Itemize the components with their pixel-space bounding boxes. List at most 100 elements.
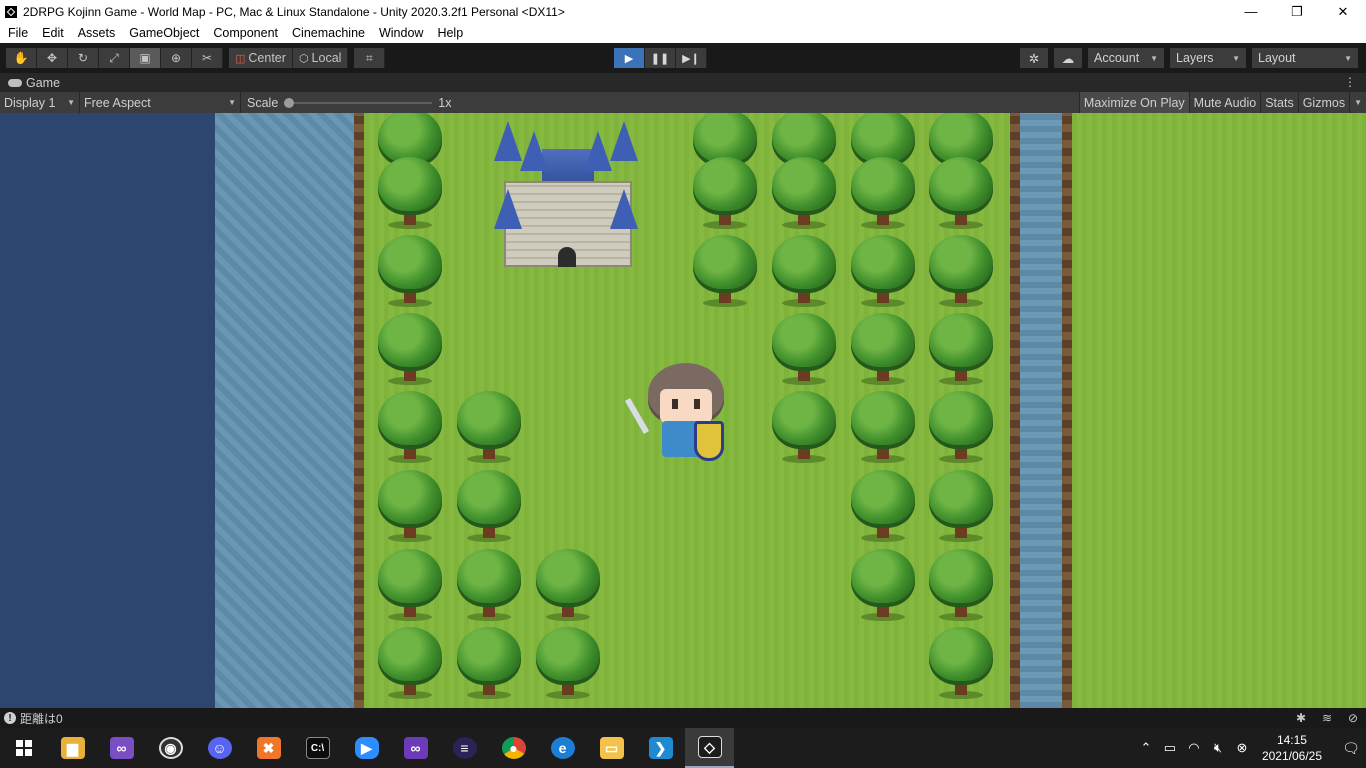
stats-toggle[interactable]: Stats bbox=[1260, 92, 1298, 113]
visual-studio-icon[interactable]: ∞ bbox=[97, 728, 146, 768]
scale-slider[interactable] bbox=[284, 97, 433, 108]
folder-icon[interactable]: ▭ bbox=[587, 728, 636, 768]
castle-tower bbox=[610, 121, 638, 161]
visual-studio-icon[interactable]: ∞ bbox=[391, 728, 440, 768]
clock[interactable]: 14:15 2021/06/25 bbox=[1262, 732, 1322, 764]
minimize-button[interactable]: — bbox=[1228, 0, 1274, 23]
collab-icon[interactable]: ✲ bbox=[1020, 48, 1048, 68]
scale-label: Scale bbox=[247, 95, 279, 110]
castle-tower bbox=[610, 189, 638, 229]
tab-menu-icon[interactable]: ⋮ bbox=[1344, 75, 1356, 89]
tree-sprite bbox=[925, 627, 997, 701]
grid-tools: ⌗ bbox=[354, 48, 386, 68]
cache-icon[interactable]: ≋ bbox=[1320, 711, 1334, 725]
clock-time: 14:15 bbox=[1276, 733, 1307, 747]
tree-sprite bbox=[925, 549, 997, 623]
display-dropdown[interactable]: Display 1 ▼ bbox=[0, 92, 80, 113]
tree-sprite bbox=[689, 235, 761, 309]
scale-value: 1x bbox=[438, 95, 452, 110]
tree-sprite bbox=[925, 313, 997, 387]
system-tray: ⌃ ▭ ◠ 🔇︎ ⊗ 14:15 2021/06/25 🗨︎ bbox=[1134, 728, 1366, 768]
transform-tool-icon[interactable]: ⊕ bbox=[161, 48, 192, 68]
bug-icon[interactable]: ✱ bbox=[1294, 711, 1308, 725]
chrome-icon[interactable]: ● bbox=[489, 728, 538, 768]
pivot-center-button[interactable]: ◫ Center bbox=[229, 48, 293, 68]
close-button[interactable]: ✕ bbox=[1320, 0, 1366, 23]
grid-snap-icon[interactable]: ⌗ bbox=[354, 48, 386, 68]
account-label: Account bbox=[1094, 51, 1140, 65]
hand-tool-icon[interactable]: ✋ bbox=[6, 48, 37, 68]
pivot-tools: ◫ Center ⬡ Local bbox=[229, 48, 349, 68]
tab-game[interactable]: Game bbox=[0, 76, 60, 90]
chevron-down-icon: ▼ bbox=[1344, 53, 1352, 63]
close-circle-icon[interactable]: ⊗ bbox=[1230, 740, 1254, 756]
volume-mute-icon[interactable]: 🔇︎ bbox=[1206, 740, 1230, 756]
layout-dropdown[interactable]: Layout ▼ bbox=[1252, 48, 1358, 68]
menu-help[interactable]: Help bbox=[429, 26, 469, 40]
scale-tool-icon[interactable]: ⤢ bbox=[99, 48, 130, 68]
zoom-icon[interactable]: ▶ bbox=[342, 728, 391, 768]
windows-taskbar: ▆ ∞ ◉ ☺ ✖ C:\ ▶ ∞ ≡ ● e ▭ ❯ ◇ ⌃ ▭ ◠ 🔇︎ ⊗… bbox=[0, 728, 1366, 768]
maximize-on-play-toggle[interactable]: Maximize On Play bbox=[1078, 92, 1189, 113]
menu-window[interactable]: Window bbox=[371, 26, 429, 40]
rotate-tool-icon[interactable]: ↻ bbox=[68, 48, 99, 68]
custom-tool-icon[interactable]: ✂ bbox=[192, 48, 223, 68]
maximize-button[interactable]: ❐ bbox=[1274, 0, 1320, 23]
unity-taskbar-icon[interactable]: ◇ bbox=[685, 728, 734, 768]
move-tool-icon[interactable]: ✥ bbox=[37, 48, 68, 68]
discord-icon[interactable]: ☺ bbox=[195, 728, 244, 768]
transform-tools: ✋ ✥ ↻ ⤢ ▣ ⊕ ✂ bbox=[6, 48, 223, 68]
gizmos-dropdown-icon[interactable]: ▼ bbox=[1349, 92, 1366, 113]
scale-slider-knob[interactable] bbox=[284, 97, 295, 108]
console-status-bar[interactable]: ! 距離は0 ✱ ≋ ⊘ bbox=[0, 708, 1366, 728]
tree-sprite bbox=[768, 313, 840, 387]
notification-icon[interactable]: 🗨︎ bbox=[1336, 740, 1366, 757]
battery-icon[interactable]: ▭ bbox=[1158, 740, 1182, 756]
tree-sprite bbox=[374, 157, 446, 231]
menu-gameobject[interactable]: GameObject bbox=[121, 26, 205, 40]
game-viewport[interactable] bbox=[0, 113, 1366, 708]
play-button[interactable]: ▶ bbox=[614, 48, 645, 68]
check-icon[interactable]: ⊘ bbox=[1346, 711, 1360, 725]
title-bar: 2DRPG Kojinn Game - World Map - PC, Mac … bbox=[0, 0, 1366, 23]
start-button[interactable] bbox=[0, 728, 48, 768]
step-button[interactable]: ▶❙ bbox=[676, 48, 707, 68]
account-dropdown[interactable]: Account ▼ bbox=[1088, 48, 1164, 68]
tree-sprite bbox=[374, 235, 446, 309]
menu-cinemachine[interactable]: Cinemachine bbox=[284, 26, 371, 40]
hero-face bbox=[660, 389, 712, 423]
menu-file[interactable]: File bbox=[0, 26, 34, 40]
gizmos-toggle[interactable]: Gizmos bbox=[1297, 92, 1349, 113]
obs-icon[interactable]: ◉ bbox=[146, 728, 195, 768]
tree-sprite bbox=[768, 235, 840, 309]
unity-logo-icon bbox=[5, 5, 17, 18]
hero-eye bbox=[694, 399, 700, 409]
tree-sprite bbox=[847, 313, 919, 387]
cloud-icon[interactable]: ☁ bbox=[1054, 48, 1082, 68]
tree-sprite bbox=[453, 549, 525, 623]
cube-icon: ⬡ bbox=[298, 52, 309, 65]
rect-tool-icon[interactable]: ▣ bbox=[130, 48, 161, 68]
menu-assets[interactable]: Assets bbox=[70, 26, 122, 40]
tree-sprite bbox=[925, 391, 997, 465]
pivot-local-button[interactable]: ⬡ Local bbox=[292, 48, 349, 68]
layers-dropdown[interactable]: Layers ▼ bbox=[1170, 48, 1246, 68]
castle-gate bbox=[558, 247, 576, 267]
file-explorer-icon[interactable]: ▆ bbox=[48, 728, 97, 768]
wifi-icon[interactable]: ◠ bbox=[1182, 740, 1206, 756]
internet-explorer-icon[interactable]: e bbox=[538, 728, 587, 768]
menu-edit[interactable]: Edit bbox=[34, 26, 70, 40]
tree-sprite bbox=[689, 157, 761, 231]
tree-sprite bbox=[374, 627, 446, 701]
vscode-icon[interactable]: ❯ bbox=[636, 728, 685, 768]
pause-button[interactable]: ❚❚ bbox=[645, 48, 676, 68]
chevron-up-icon[interactable]: ⌃ bbox=[1134, 740, 1158, 756]
menu-bar: File Edit Assets GameObject Component Ci… bbox=[0, 23, 1366, 43]
terminal-icon[interactable]: C:\ bbox=[293, 728, 342, 768]
xampp-icon[interactable]: ✖ bbox=[244, 728, 293, 768]
menu-component[interactable]: Component bbox=[205, 26, 284, 40]
mute-audio-toggle[interactable]: Mute Audio bbox=[1188, 92, 1261, 113]
tree-sprite bbox=[453, 391, 525, 465]
aspect-dropdown[interactable]: Free Aspect ▼ bbox=[80, 92, 241, 113]
eclipse-icon[interactable]: ≡ bbox=[440, 728, 489, 768]
